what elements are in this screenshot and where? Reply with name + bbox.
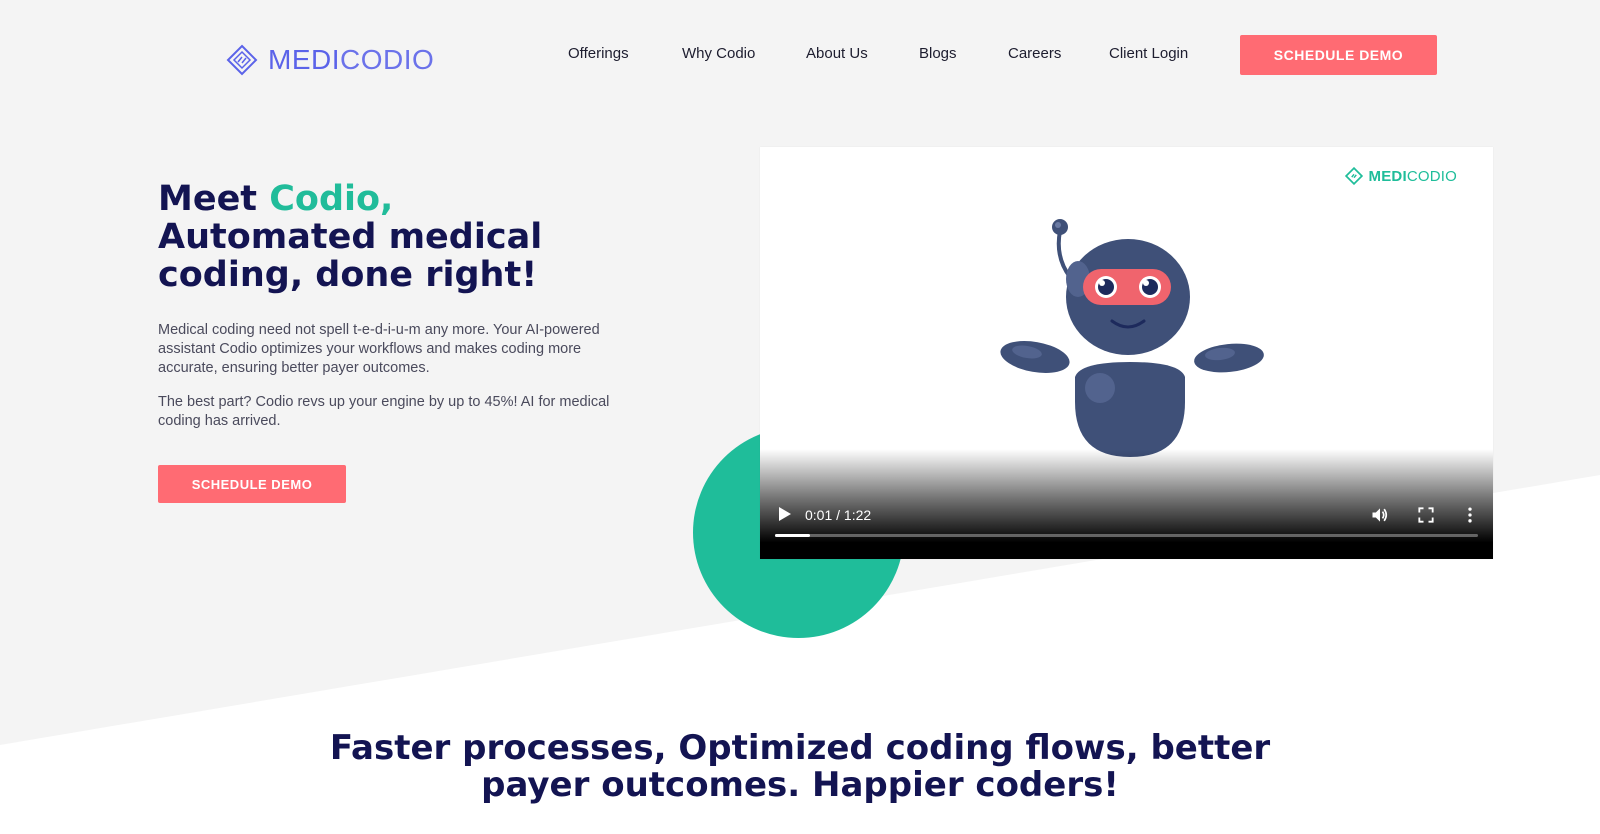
volume-icon[interactable] <box>1370 505 1390 525</box>
nav-careers[interactable]: Careers <box>1008 45 1061 62</box>
schedule-demo-hero-button[interactable]: SCHEDULE DEMO <box>158 465 346 503</box>
nav-blogs[interactable]: Blogs <box>919 45 957 62</box>
brand-name-codio: CODIO <box>340 44 435 75</box>
video-time-display: 0:01 / 1:22 <box>805 507 872 523</box>
section-tagline: Faster processes, Optimized coding flows… <box>0 730 1600 804</box>
brand-name: MEDICODIO <box>268 46 434 74</box>
video-logo-medi: MEDI <box>1368 167 1407 185</box>
schedule-demo-header-button[interactable]: SCHEDULE DEMO <box>1240 35 1437 75</box>
hero-title-line2: Automated medical <box>158 217 543 257</box>
more-options-icon[interactable] <box>1460 505 1480 525</box>
fullscreen-icon[interactable] <box>1416 505 1436 525</box>
video-progress-bar[interactable] <box>775 534 1478 537</box>
hero-title-line3: coding, done right! <box>158 255 538 295</box>
nav-about-us[interactable]: About Us <box>806 45 868 62</box>
nav-why-codio[interactable]: Why Codio <box>682 45 755 62</box>
nav-client-login[interactable]: Client Login <box>1109 45 1188 62</box>
medicodio-logo-icon <box>1344 167 1363 185</box>
tagline-line1: Faster processes, Optimized coding flows… <box>329 728 1271 768</box>
video-watermark-logo: MEDICODIO <box>1344 167 1457 185</box>
video-player[interactable]: MEDICODIO 0:01 / 1:22 <box>760 147 1493 559</box>
play-icon[interactable] <box>778 506 792 522</box>
hero-paragraph-2: The best part? Codio revs up your engine… <box>158 394 610 429</box>
codio-robot-illustration <box>1000 219 1264 457</box>
tagline-line2: payer outcomes. Happier coders! <box>481 765 1119 805</box>
hero-title-accent: Codio, <box>269 179 394 219</box>
video-logo-codio: CODIO <box>1406 167 1457 185</box>
video-controls: 0:01 / 1:22 <box>760 479 1493 559</box>
hero-paragraph-1: Medical coding need not spell t-e-d-i-u-… <box>158 322 600 376</box>
hero-title-meet: Meet <box>158 179 270 219</box>
hero-title: Meet Codio, Automated medical coding, do… <box>158 180 658 294</box>
video-progress-fill <box>775 534 811 537</box>
brand-name-medi: MEDI <box>268 44 340 75</box>
nav-offerings[interactable]: Offerings <box>568 45 629 62</box>
site-logo[interactable]: MEDICODIO <box>226 44 434 76</box>
medicodio-logo-icon <box>226 44 258 76</box>
